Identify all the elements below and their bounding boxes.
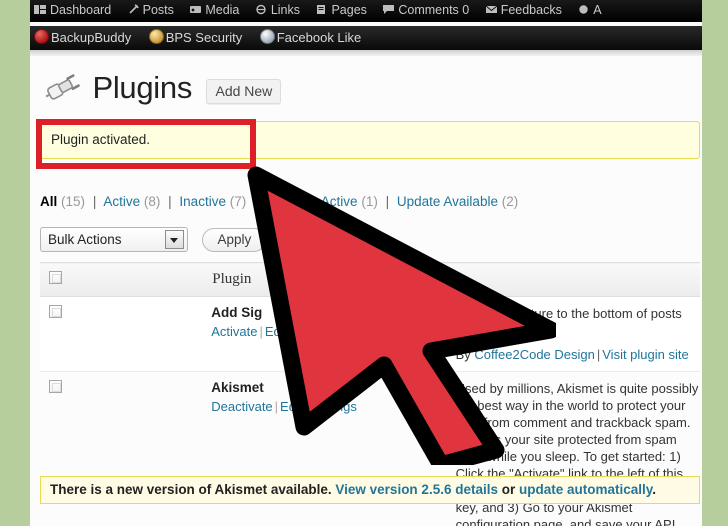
plugin-menu-label: Facebook Like (277, 30, 362, 45)
admin-menu-label: Dashboard (50, 3, 111, 17)
plugin-status-filters: All (15) | Active (8) | Inactive (7) | R… (40, 194, 518, 209)
plugin-row-actions: Activate|Edit|Delete (211, 324, 455, 339)
filter-separator: | (164, 194, 176, 209)
filter-separator: | (382, 194, 394, 209)
select-all-header (40, 263, 211, 297)
page-header: Plugins Add New (42, 70, 281, 112)
plug-icon (42, 70, 82, 106)
filter-separator: | (89, 194, 101, 209)
admin-menu-label: Feedbacks (501, 3, 562, 17)
admin-menu-item-appearance[interactable]: A (573, 0, 608, 22)
akismet-update-notice: There is a new version of Akismet availa… (40, 476, 700, 504)
row-checkbox[interactable] (49, 380, 62, 393)
column-header-plugin[interactable]: Plugin (211, 263, 700, 297)
plugin-menu-label: BPS Security (166, 30, 243, 45)
comment-icon (382, 0, 395, 10)
plugin-name: Add Sig (211, 305, 455, 320)
filter-recently-active-count: (1) (361, 194, 378, 209)
plugin-menu-bar: BackupBuddy BPS Security Facebook Like (30, 26, 702, 50)
update-automatically-link[interactable]: update automatically (519, 482, 652, 497)
action-separator: | (287, 324, 294, 339)
filter-update-available[interactable]: Update Available (397, 194, 498, 209)
plugin-meta: By Coffee2Code Design|Visit plugin site (456, 347, 700, 362)
pin-icon (127, 0, 140, 10)
filter-update-available-count: (2) (502, 194, 519, 209)
filter-all[interactable]: All (40, 194, 57, 209)
table-row: Add Sig Activate|Edit|Delete Adds a sign… (40, 297, 700, 372)
table-navigation: Bulk Actions Apply (40, 227, 266, 257)
admin-menu-item-dashboard[interactable]: Dashboard (30, 0, 118, 22)
shield-icon (149, 29, 164, 44)
update-notice-lead: There is a new version of Akismet availa… (50, 482, 332, 497)
plugin-activated-highlight (36, 119, 256, 169)
action-separator: | (273, 399, 280, 414)
media-icon (189, 0, 202, 10)
browser-page: Dashboard Posts Media Links Page (30, 0, 702, 526)
filter-inactive-count: (7) (230, 194, 247, 209)
activate-link[interactable]: Activate (211, 324, 257, 339)
admin-menu-label: Comments 0 (398, 3, 469, 17)
row-checkbox-cell (40, 297, 211, 372)
filter-inactive[interactable]: Inactive (179, 194, 226, 209)
bulk-actions-select[interactable]: Bulk Actions (40, 227, 188, 252)
wp-admin-page: Dashboard Posts Media Links Page (30, 0, 702, 526)
admin-menu-item-links[interactable]: Links (251, 0, 307, 22)
plugin-menu-item-facebook-like[interactable]: Facebook Like (256, 26, 371, 50)
plugin-name: Akismet (211, 380, 455, 395)
action-separator: | (302, 399, 309, 414)
apply-button[interactable]: Apply (202, 228, 266, 252)
update-notice-trailing: . (652, 482, 656, 497)
plugin-menu-item-bps-security[interactable]: BPS Security (145, 26, 252, 50)
settings-link[interactable]: Settings (310, 399, 357, 414)
add-new-button[interactable]: Add New (206, 79, 281, 104)
admin-menu-item-comments[interactable]: Comments 0 (378, 0, 476, 22)
row-checkbox[interactable] (49, 305, 62, 318)
plugin-description: Used by millions, Akismet is quite possi… (456, 380, 700, 526)
filter-recently-active[interactable]: Recently Active (265, 194, 357, 209)
admin-menu-label: Pages (331, 3, 366, 17)
facebook-icon (260, 29, 275, 44)
admin-menu-label: Posts (143, 3, 174, 17)
admin-menu-label: Links (271, 3, 300, 17)
admin-menu-item-posts[interactable]: Posts (123, 0, 181, 22)
deactivate-link[interactable]: Deactivate (211, 399, 272, 414)
admin-menu-bar: Dashboard Posts Media Links Page (30, 0, 702, 22)
by-prefix: By (456, 347, 471, 362)
link-icon (255, 0, 268, 10)
plugin-description-cell: Adds a signature to the bottom of posts … (456, 297, 700, 372)
action-separator: | (257, 324, 264, 339)
plugin-author[interactable]: Coffee2Code Design (474, 347, 594, 362)
view-version-details-link[interactable]: View version 2.5.6 details (335, 482, 498, 497)
bulk-actions-label: Bulk Actions (48, 232, 122, 247)
delete-link[interactable]: Delete (295, 324, 333, 339)
plugin-row-actions: Deactivate|Edit|Settings (211, 399, 455, 414)
appearance-icon (577, 0, 590, 10)
plugin-description: Adds a signature to the bottom of posts … (456, 305, 700, 339)
admin-menu-label: A (593, 3, 601, 17)
filter-active-count: (8) (144, 194, 161, 209)
edit-link[interactable]: Edit (280, 399, 302, 414)
chevron-down-icon[interactable] (165, 230, 184, 249)
update-notice-middle: or (502, 482, 516, 497)
backupbuddy-icon (34, 29, 49, 44)
dashboard-icon (34, 0, 47, 10)
edit-link[interactable]: Edit (265, 324, 287, 339)
select-all-checkbox[interactable] (49, 271, 62, 284)
plugin-menu-label: BackupBuddy (51, 30, 131, 45)
filter-separator: | (250, 194, 262, 209)
admin-menu-label: Media (205, 3, 239, 17)
plugin-menu-item-backupbuddy[interactable]: BackupBuddy (30, 26, 140, 50)
admin-menu-item-media[interactable]: Media (185, 0, 246, 22)
admin-menu-item-feedbacks[interactable]: Feedbacks (481, 0, 569, 22)
filter-all-count: (15) (61, 194, 85, 209)
filter-active[interactable]: Active (103, 194, 140, 209)
feedback-icon (485, 0, 498, 10)
visit-plugin-site-link[interactable]: Visit plugin site (602, 347, 688, 362)
admin-menu-item-pages[interactable]: Pages (311, 0, 373, 22)
page-title: Plugins (92, 70, 192, 106)
page-icon (315, 0, 328, 10)
update-notice-text: There is a new version of Akismet availa… (41, 477, 699, 497)
table-header-row: Plugin (40, 263, 700, 297)
plugin-name-cell: Add Sig Activate|Edit|Delete (211, 297, 455, 372)
